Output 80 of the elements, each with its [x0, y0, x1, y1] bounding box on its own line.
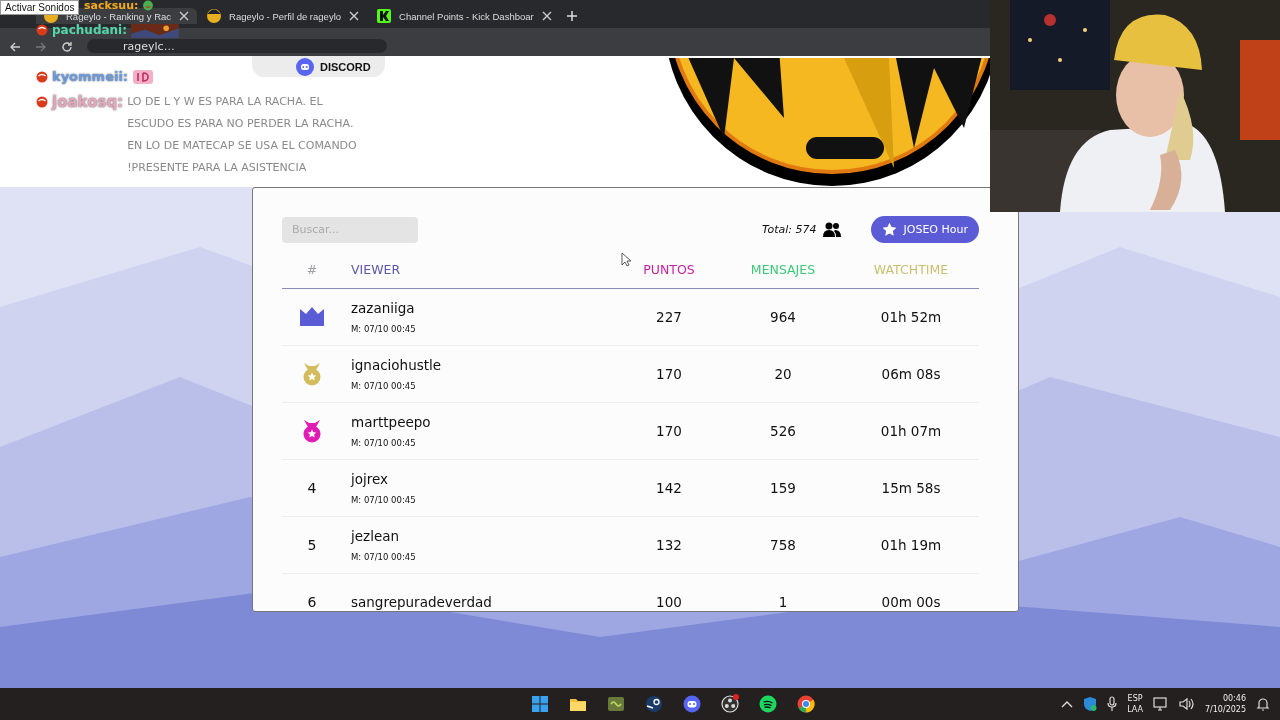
- viewer-name[interactable]: ignaciohustle: [351, 357, 614, 373]
- points-cell-text: 142: [655, 480, 683, 496]
- rank-number: 5: [307, 537, 317, 553]
- close-icon[interactable]: [541, 11, 552, 21]
- discord-icon[interactable]: [682, 694, 702, 714]
- discord-button[interactable]: DISCORD: [252, 56, 385, 77]
- new-tab-icon[interactable]: [565, 10, 578, 22]
- viewer-name[interactable]: marttpeepo: [351, 414, 614, 430]
- close-icon[interactable]: [349, 11, 360, 21]
- monitor-icon[interactable]: [1152, 697, 1169, 711]
- badge-icon: [36, 24, 48, 36]
- messages-cell-text: 20: [773, 366, 793, 382]
- chat-username: pachudani:: [52, 24, 128, 37]
- chat-username: sacksuu:: [84, 0, 139, 11]
- close-icon[interactable]: [179, 11, 190, 21]
- rank-number: 6: [307, 594, 317, 610]
- sound-button[interactable]: Activar Sonidos: [0, 0, 80, 15]
- speaker-icon[interactable]: [1178, 697, 1195, 711]
- address-bar[interactable]: rageylc…: [87, 39, 387, 53]
- emote-icon: [131, 24, 180, 38]
- messages-cell-text: 159: [769, 480, 797, 496]
- watchtime-cell-text: 01h 19m: [879, 537, 943, 553]
- column-header[interactable]: VIEWER: [342, 262, 614, 277]
- browser-tab[interactable]: Channel Points - Kick Dashboar: [369, 8, 560, 24]
- star-icon: [881, 222, 897, 237]
- notification-icon[interactable]: [1256, 697, 1270, 711]
- shield-icon[interactable]: [1083, 696, 1098, 712]
- back-icon[interactable]: [9, 41, 21, 53]
- forward-icon[interactable]: [35, 41, 47, 53]
- rank-number: 4: [307, 480, 317, 496]
- emote-icon: [132, 67, 155, 87]
- language-indicator[interactable]: ESP LAA: [1127, 693, 1143, 715]
- chrome-icon[interactable]: [796, 694, 816, 714]
- messages-cell-text: 964: [769, 309, 797, 325]
- points-cell-text: 132: [655, 537, 683, 553]
- watchtime-cell-text: 06m 08s: [880, 366, 942, 382]
- tab-favicon-icon: [207, 9, 222, 23]
- last-message-time: M: 07/10 00:45: [351, 552, 417, 562]
- chat-username: joakosq:: [52, 92, 124, 113]
- steam-icon[interactable]: [644, 694, 664, 714]
- watchtime-cell-text: 15m 58s: [880, 480, 942, 496]
- search-field[interactable]: Buscar...: [282, 216, 418, 243]
- start-icon[interactable]: [530, 694, 550, 714]
- app-icon[interactable]: [606, 694, 626, 714]
- microphone-icon[interactable]: [1107, 696, 1118, 712]
- chat-username: kyommeii:: [52, 70, 129, 84]
- watchtime-cell-text: 01h 07m: [879, 423, 943, 439]
- points-cell-text: 170: [655, 366, 683, 382]
- messages-cell-text: 1: [777, 594, 789, 610]
- clock[interactable]: 00:46 7/10/2025: [1204, 693, 1246, 715]
- column-header[interactable]: PUNTOS: [614, 262, 724, 277]
- emote-icon: [142, 0, 155, 11]
- viewer-name[interactable]: zazaniiga: [351, 300, 614, 316]
- viewer-name[interactable]: sangrepuradeverdad: [351, 594, 614, 610]
- spotify-icon[interactable]: [758, 694, 778, 714]
- watchtime-cell-text: 00m 00s: [880, 594, 942, 610]
- last-message-time: M: 07/10 00:45: [351, 324, 417, 334]
- watchtime-cell-text: 01h 52m: [879, 309, 943, 325]
- messages-cell-text: 526: [769, 423, 797, 439]
- last-message-time: M: 07/10 00:45: [351, 495, 417, 505]
- badge-icon: [36, 71, 48, 83]
- reload-icon[interactable]: [61, 41, 73, 53]
- viewer-name[interactable]: jojrex: [351, 471, 614, 487]
- joseo-hour-button[interactable]: JOSEO Hour: [870, 216, 979, 243]
- last-message-time: M: 07/10 00:45: [351, 381, 417, 391]
- viewer-name[interactable]: jezlean: [351, 528, 614, 544]
- recorder-icon[interactable]: [720, 694, 740, 714]
- chat-message: LO DE L Y W ES PARA LA RACHA. EL ESCUDO ES PARA NO PERDER LA RACHA. EN LO DE MATECAP SE USA EL COMANDO !PRESENTE PARA LA ASISTENCIA: [127, 94, 358, 176]
- chevron-up-icon[interactable]: [1061, 700, 1074, 708]
- messages-cell-text: 758: [769, 537, 797, 553]
- browser-tab[interactable]: Rageylo - Perfil de rageylo: [199, 8, 368, 24]
- points-cell-text: 170: [655, 423, 683, 439]
- badge-icon: [36, 96, 48, 108]
- users-icon: [822, 221, 841, 238]
- tab-favicon-icon: [377, 9, 392, 23]
- total-count: Total: 574: [762, 223, 817, 236]
- last-message-time: M: 07/10 00:45: [351, 438, 417, 448]
- points-cell-text: 227: [655, 309, 683, 325]
- points-cell-text: 100: [655, 594, 683, 610]
- cursor-icon: [621, 252, 631, 267]
